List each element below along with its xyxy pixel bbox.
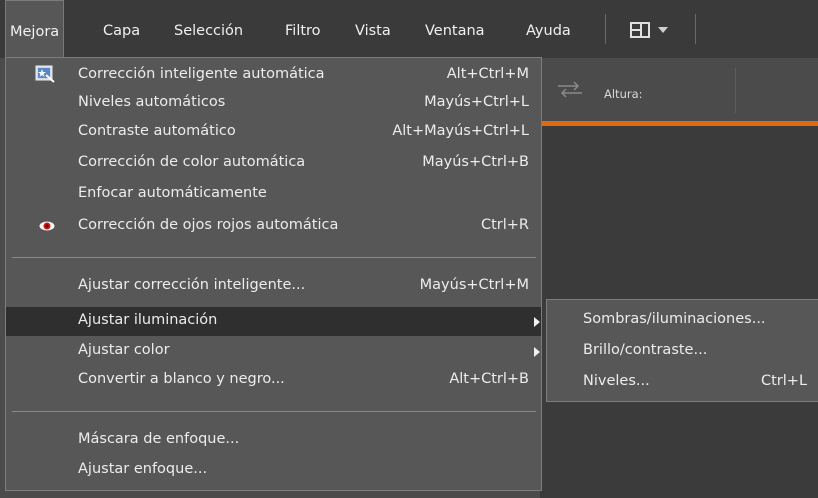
- menu-item-adjust-smart-fix[interactable]: Ajustar corrección inteligente... Mayús+…: [6, 272, 541, 301]
- menu-item-shortcut: Alt+Mayús+Ctrl+L: [392, 123, 529, 139]
- menubar-divider: [605, 14, 606, 44]
- submenu-item-label: Niveles...: [583, 373, 650, 389]
- menu-item-label: Ajustar iluminación: [78, 312, 218, 328]
- menu-item-label: Corrección de color automática: [78, 154, 306, 170]
- menu-ayuda[interactable]: Ayuda: [522, 0, 575, 58]
- menu-vista[interactable]: Vista: [351, 0, 395, 58]
- menu-item-adjust-sharpness[interactable]: Ajustar enfoque...: [6, 456, 541, 485]
- submenu-item-label: Sombras/iluminaciones...: [583, 311, 766, 327]
- menu-item-auto-sharpen[interactable]: Enfocar automáticamente: [6, 180, 541, 209]
- menu-item-adjust-color[interactable]: Ajustar color: [6, 337, 541, 366]
- height-label: Altura:: [604, 87, 643, 101]
- adjust-lighting-submenu: Sombras/iluminaciones... Brillo/contrast…: [546, 299, 818, 402]
- menu-item-shortcut: Mayús+Ctrl+M: [419, 277, 529, 293]
- menu-item-shortcut: Mayús+Ctrl+L: [424, 94, 529, 110]
- menu-capa[interactable]: Capa: [99, 0, 144, 58]
- menu-item-label: Máscara de enfoque...: [78, 431, 240, 447]
- menu-item-auto-contrast[interactable]: Contraste automático Alt+Mayús+Ctrl+L: [6, 118, 541, 147]
- menu-item-convert-bw[interactable]: Convertir a blanco y negro... Alt+Ctrl+B: [6, 366, 541, 395]
- chevron-down-icon[interactable]: [658, 27, 668, 33]
- menu-item-adjust-lighting[interactable]: Ajustar iluminación: [6, 307, 541, 336]
- menu-item-shortcut: Mayús+Ctrl+B: [422, 154, 529, 170]
- menu-item-shortcut: Alt+Ctrl+M: [446, 66, 529, 82]
- menu-item-auto-levels[interactable]: Niveles automáticos Mayús+Ctrl+L: [6, 89, 541, 118]
- menu-item-shortcut: Alt+Ctrl+B: [449, 371, 529, 387]
- menu-item-unsharp-mask[interactable]: Máscara de enfoque...: [6, 426, 541, 455]
- menu-item-auto-color[interactable]: Corrección de color automática Mayús+Ctr…: [6, 149, 541, 178]
- red-eye-icon: [39, 221, 55, 231]
- menu-item-auto-smart-fix[interactable]: Corrección inteligente automática Alt+Ct…: [6, 61, 541, 90]
- menu-item-label: Corrección inteligente automática: [78, 66, 325, 82]
- menubar-divider: [695, 14, 696, 44]
- menu-item-label: Niveles automáticos: [78, 94, 226, 110]
- mejora-dropdown-menu: Corrección inteligente automática Alt+Ct…: [5, 57, 542, 491]
- menu-item-label: Enfocar automáticamente: [78, 185, 267, 201]
- menu-item-auto-red-eye[interactable]: Corrección de ojos rojos automática Ctrl…: [6, 212, 541, 241]
- menu-item-label: Convertir a blanco y negro...: [78, 371, 285, 387]
- menu-item-label: Ajustar corrección inteligente...: [78, 277, 306, 293]
- submenu-arrow-icon: [534, 317, 540, 327]
- menu-divider: [12, 411, 536, 412]
- menu-mejora[interactable]: Mejora: [5, 0, 65, 57]
- submenu-arrow-icon: [534, 347, 540, 357]
- menu-item-label: Corrección de ojos rojos automática: [78, 217, 339, 233]
- menu-bar: Mejora Capa Selección Filtro Vista Venta…: [0, 0, 818, 58]
- toolbar-divider: [735, 68, 736, 113]
- magic-wand-icon: [35, 65, 55, 83]
- menu-item-label: Contraste automático: [78, 123, 236, 139]
- menu-seleccion[interactable]: Selección: [170, 0, 247, 58]
- submenu-item-brightness-contrast[interactable]: Brillo/contraste...: [547, 337, 818, 366]
- menu-filtro[interactable]: Filtro: [281, 0, 325, 58]
- submenu-item-shadows-highlights[interactable]: Sombras/iluminaciones...: [547, 306, 818, 335]
- menu-divider: [12, 257, 536, 258]
- submenu-item-levels[interactable]: Niveles... Ctrl+L: [547, 368, 818, 397]
- menu-ventana[interactable]: Ventana: [421, 0, 489, 58]
- layout-icon[interactable]: [630, 22, 650, 38]
- submenu-item-label: Brillo/contraste...: [583, 342, 708, 358]
- submenu-item-shortcut: Ctrl+L: [761, 373, 808, 389]
- menu-item-label: Ajustar enfoque...: [78, 461, 208, 477]
- menu-item-shortcut: Ctrl+R: [480, 217, 529, 233]
- swap-dimensions-icon[interactable]: [556, 80, 584, 98]
- menu-item-label: Ajustar color: [78, 342, 170, 358]
